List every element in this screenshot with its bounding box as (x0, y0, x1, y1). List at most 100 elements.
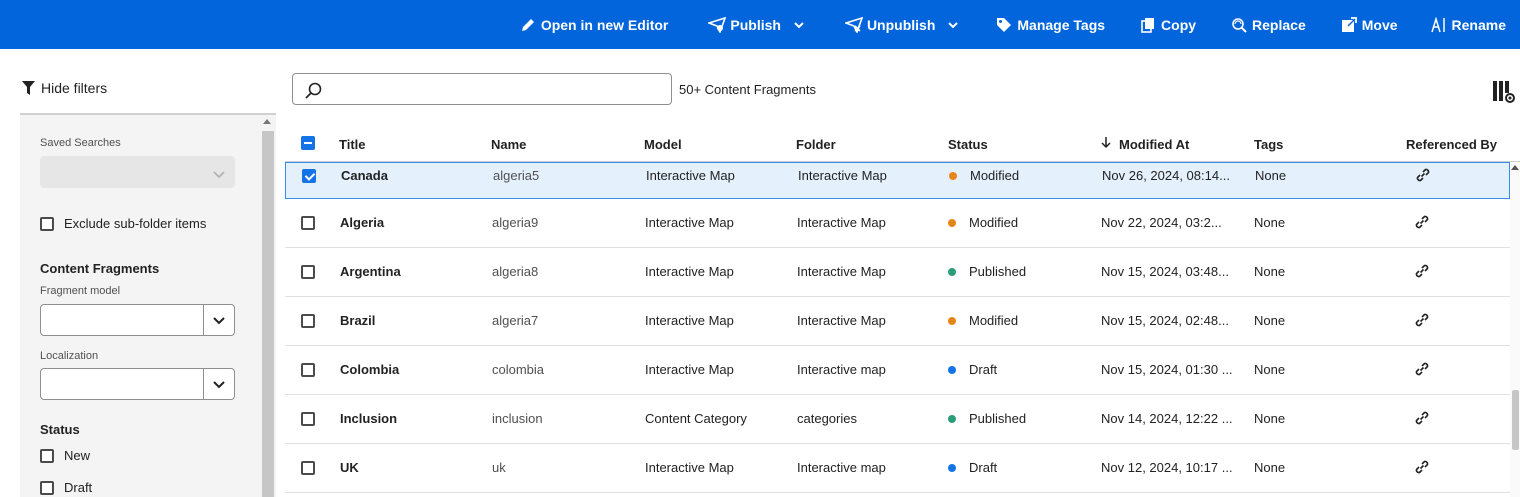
chevron-down-icon (947, 19, 959, 31)
link-icon[interactable] (1414, 166, 1432, 189)
copy-icon (1139, 16, 1157, 34)
row-model: Interactive Map (645, 362, 734, 377)
column-name[interactable]: Name (491, 137, 526, 152)
column-model[interactable]: Model (644, 137, 682, 152)
fragment-model-combobox[interactable] (40, 304, 235, 336)
status-heading: Status (40, 422, 80, 437)
status-dot-icon (948, 268, 956, 276)
row-name: inclusion (492, 411, 543, 426)
row-title[interactable]: Colombia (340, 362, 399, 377)
copy-button[interactable]: Copy (1139, 0, 1196, 49)
column-title[interactable]: Title (339, 137, 366, 152)
saved-searches-select[interactable] (40, 156, 235, 188)
select-all-checkbox[interactable] (301, 136, 315, 150)
open-in-new-editor-button[interactable]: Open in new Editor (519, 0, 669, 49)
row-checkbox[interactable] (301, 461, 315, 475)
table-row[interactable]: Brazil algeria7 Interactive Map Interactive… (285, 297, 1510, 346)
row-tags: None (1254, 264, 1286, 279)
row-title[interactable]: Inclusion (340, 411, 397, 426)
row-title[interactable]: Argentina (340, 264, 401, 279)
row-modified-at: Nov 15, 2024, 03:48... (1101, 264, 1229, 279)
row-title[interactable]: Canada (341, 168, 388, 183)
localization-label: Localization (40, 350, 99, 362)
filter-icon (22, 81, 35, 95)
exclude-subfolder-label: Exclude sub-folder items (64, 216, 207, 231)
unpublish-label: Unpublish (866, 16, 936, 33)
row-modified-at: Nov 26, 2024, 08:14... (1102, 168, 1230, 183)
row-tags: None (1254, 411, 1286, 426)
exclude-subfolder-checkbox[interactable] (40, 217, 54, 231)
status-draft-checkbox[interactable] (40, 481, 54, 495)
unpublish-button[interactable]: Unpublish (844, 0, 959, 49)
fragment-model-label: Fragment model (40, 285, 121, 297)
table-row[interactable]: Inclusion inclusion Content Category catego… (285, 395, 1510, 444)
status-dot-icon (949, 172, 957, 180)
status-new-label: New (64, 448, 91, 463)
localization-combobox[interactable] (40, 368, 235, 400)
pencil-icon (519, 16, 537, 34)
publish-button[interactable]: Publish (708, 0, 805, 49)
link-icon[interactable] (1413, 213, 1431, 236)
open-in-new-editor-label: Open in new Editor (540, 16, 669, 33)
content-fragments-heading: Content Fragments (40, 261, 160, 276)
row-title[interactable]: Algeria (340, 215, 384, 230)
manage-tags-label: Manage Tags (1017, 16, 1106, 33)
sort-arrow-down-icon[interactable] (1101, 137, 1111, 152)
link-icon[interactable] (1413, 311, 1431, 334)
column-referenced-by[interactable]: Referenced By (1406, 137, 1497, 152)
scroll-up-arrow-icon[interactable] (263, 119, 271, 124)
result-count: 50+ Content Fragments (679, 82, 816, 97)
link-icon[interactable] (1413, 409, 1431, 432)
column-tags[interactable]: Tags (1254, 137, 1283, 152)
status-new-checkbox[interactable] (40, 449, 54, 463)
row-modified-at: Nov 15, 2024, 02:48... (1101, 313, 1229, 328)
chevron-down-icon[interactable] (213, 314, 225, 332)
row-modified-at: Nov 15, 2024, 01:30 ... (1101, 362, 1233, 377)
move-button[interactable]: Move (1340, 0, 1398, 49)
row-checkbox[interactable] (301, 363, 315, 377)
manage-tags-button[interactable]: Manage Tags (995, 0, 1105, 49)
row-model: Interactive Map (645, 460, 734, 475)
replace-label: Replace (1252, 16, 1306, 33)
row-checkbox[interactable] (301, 216, 315, 230)
column-settings-icon[interactable] (1492, 80, 1516, 109)
rename-button[interactable]: Rename (1430, 0, 1506, 49)
row-checkbox[interactable] (302, 169, 316, 183)
move-label: Move (1361, 16, 1398, 33)
table-row[interactable]: Colombia colombia Interactive Map Interacti… (285, 346, 1510, 395)
hide-filters-button[interactable]: Hide filters (22, 80, 107, 96)
link-icon[interactable] (1413, 458, 1431, 481)
row-title[interactable]: Brazil (340, 313, 375, 328)
status-dot-icon (948, 317, 956, 325)
row-title[interactable]: UK (340, 460, 359, 475)
table-scroll-thumb[interactable] (1512, 390, 1519, 450)
row-model: Content Category (645, 411, 747, 426)
row-checkbox[interactable] (301, 412, 315, 426)
row-model: Interactive Map (645, 313, 734, 328)
filter-panel-scroll-thumb[interactable] (262, 131, 274, 497)
link-icon[interactable] (1413, 360, 1431, 383)
chevron-down-icon[interactable] (213, 378, 225, 396)
replace-icon (1230, 16, 1248, 34)
column-folder[interactable]: Folder (796, 137, 836, 152)
scroll-up-arrow-icon[interactable] (1511, 165, 1519, 170)
row-modified-at: Nov 12, 2024, 10:17 ... (1101, 460, 1233, 475)
row-name: colombia (492, 362, 545, 377)
column-modified-at[interactable]: Modified At (1119, 137, 1189, 152)
table-row[interactable]: Canada algeria5 Interactive Map Interactive… (285, 162, 1510, 199)
row-checkbox[interactable] (301, 265, 315, 279)
status-dot-icon (948, 464, 956, 472)
row-name: algeria8 (492, 264, 539, 279)
table-row[interactable]: UK uk Interactive Map Interactive map Draft N… (285, 444, 1510, 493)
row-folder: Interactive Map (798, 168, 887, 183)
move-icon (1340, 16, 1358, 34)
table-row[interactable]: Argentina algeria8 Interactive Map Interact… (285, 248, 1510, 297)
table-row[interactable]: Algeria algeria9 Interactive Map Interactiv… (285, 199, 1510, 248)
search-input[interactable] (292, 73, 672, 105)
row-status: Published (969, 264, 1027, 279)
replace-button[interactable]: Replace (1230, 0, 1306, 49)
row-checkbox[interactable] (301, 314, 315, 328)
unpublish-icon (844, 16, 863, 34)
link-icon[interactable] (1413, 262, 1431, 285)
column-status[interactable]: Status (948, 137, 988, 152)
